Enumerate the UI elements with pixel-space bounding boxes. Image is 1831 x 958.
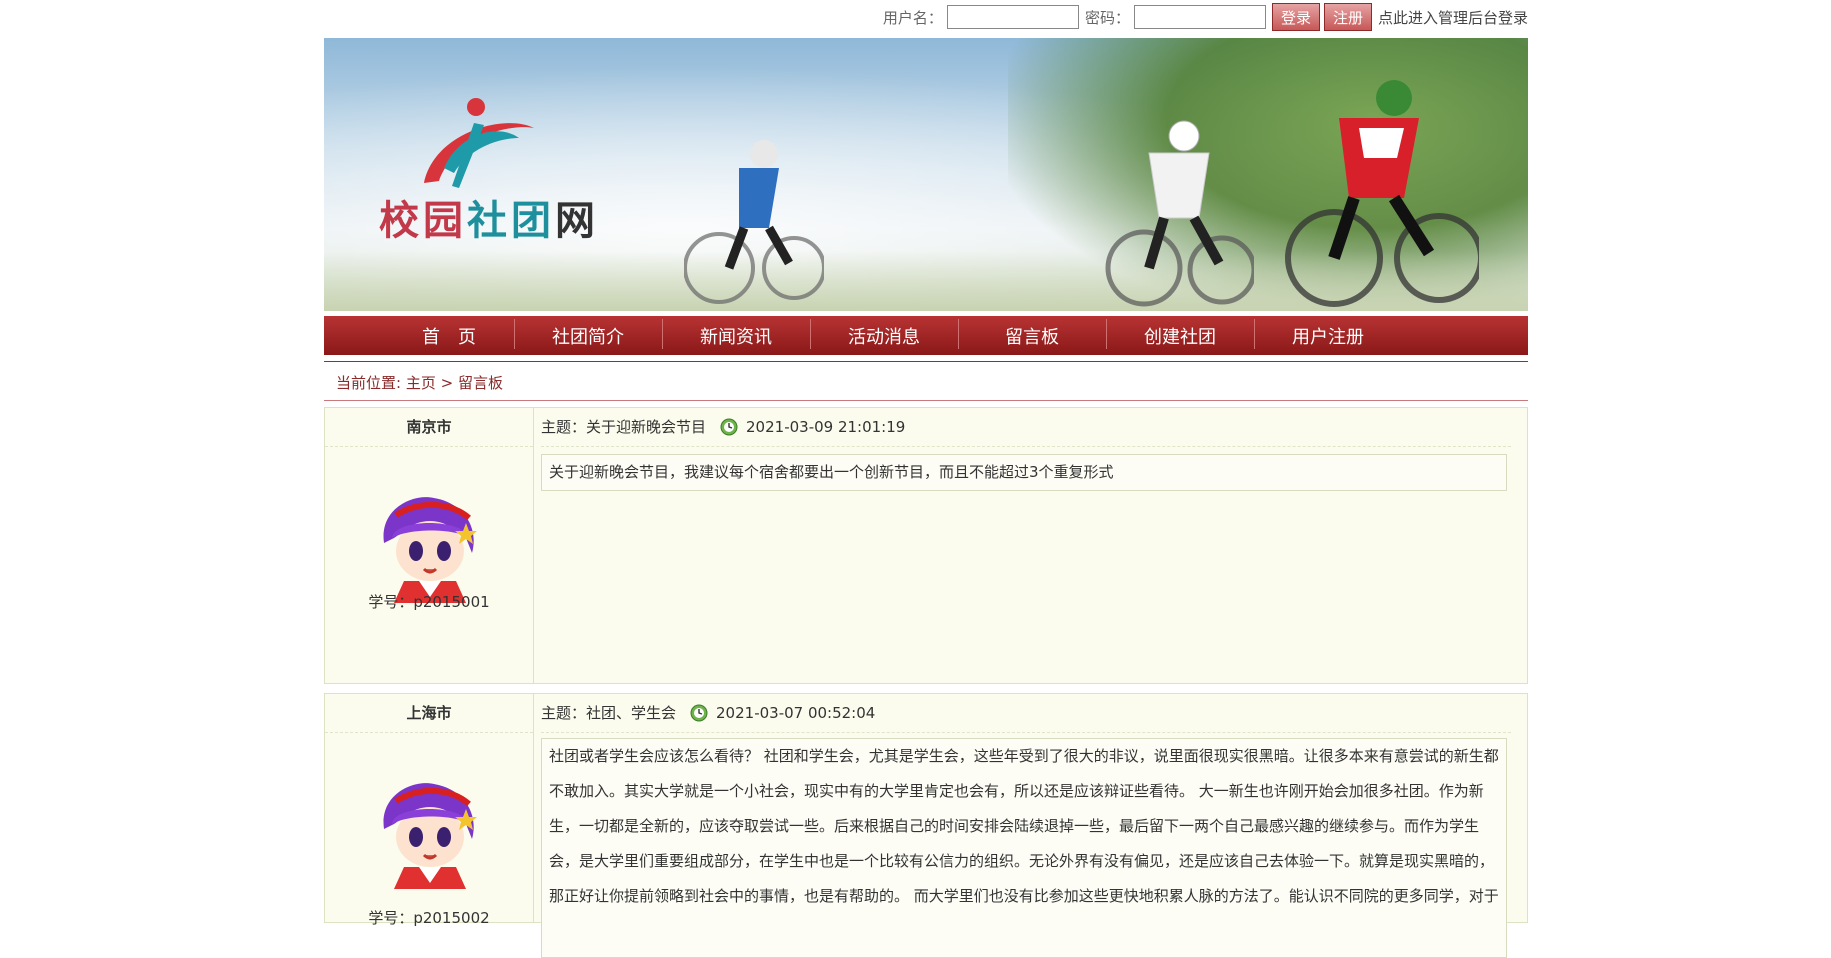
nav-item-news[interactable]: 新闻资讯 xyxy=(662,318,810,349)
login-bar: 用户名： 密码： 登录 注册 点此进入管理后台登录 xyxy=(883,2,1528,32)
admin-login-link[interactable]: 点此进入管理后台登录 xyxy=(1378,7,1528,28)
message-author-student-id: 学号：p2015001 xyxy=(368,593,490,611)
clock-icon xyxy=(690,704,708,722)
header-banner: 校园社团网 xyxy=(324,38,1528,311)
cyclist-illustration-1 xyxy=(684,140,824,304)
message-card: 南京市 学号：p2015001 主题：关于迎新晚会节目 2021-03-09 2… xyxy=(324,407,1528,684)
user-avatar-icon xyxy=(383,783,477,889)
message-datetime: 2021-03-07 00:52:04 xyxy=(716,704,876,722)
nav-item-message-board[interactable]: 留言板 xyxy=(958,318,1106,349)
message-content: 关于迎新晚会节目，我建议每个宿舍都要出一个创新节目，而且不能超过3个重复形式 xyxy=(541,454,1507,491)
breadcrumb: 当前位置: 主页 > 留言板 xyxy=(336,372,503,393)
message-card: 上海市 学号：p2015002 主题：社团、学生会 2021-03-07 00:… xyxy=(324,693,1528,958)
nav-divider xyxy=(324,361,1528,362)
breadcrumb-separator: > xyxy=(435,374,458,392)
username-input[interactable] xyxy=(946,5,1079,29)
message-datetime: 2021-03-09 21:01:19 xyxy=(746,418,906,436)
message-header: 主题：关于迎新晚会节目 2021-03-09 21:01:19 xyxy=(541,408,1511,447)
main-nav: 首 页 社团简介 新闻资讯 活动消息 留言板 创建社团 用户注册 xyxy=(324,316,1528,355)
breadcrumb-prefix: 当前位置: xyxy=(336,374,406,392)
register-button[interactable]: 注册 xyxy=(1323,3,1372,31)
site-logo-text: 校园社团网 xyxy=(379,197,599,244)
message-author-city: 上海市 xyxy=(325,694,533,733)
message-header: 主题：社团、学生会 2021-03-07 00:52:04 xyxy=(541,694,1511,733)
nav-item-create-club[interactable]: 创建社团 xyxy=(1106,318,1254,349)
breadcrumb-home-link[interactable]: 主页 xyxy=(406,374,436,392)
logo-swirl-icon xyxy=(424,98,534,188)
message-content: 社团或者学生会应该怎么看待？ 社团和学生会，尤其是学生会，这些年受到了很大的非议… xyxy=(541,738,1507,958)
breadcrumb-divider xyxy=(324,400,1528,401)
nav-item-home[interactable]: 首 页 xyxy=(384,323,514,349)
user-avatar-icon xyxy=(383,497,477,603)
message-subject: 主题：社团、学生会 xyxy=(541,704,677,722)
nav-item-user-register[interactable]: 用户注册 xyxy=(1254,318,1402,349)
message-author-student-id: 学号：p2015002 xyxy=(368,909,490,927)
username-label: 用户名： xyxy=(882,8,943,27)
login-button[interactable]: 登录 xyxy=(1271,3,1320,31)
cyclist-illustration-3 xyxy=(1285,80,1479,307)
nav-item-activities[interactable]: 活动消息 xyxy=(810,318,958,349)
message-subject: 主题：关于迎新晚会节目 xyxy=(541,418,707,436)
cyclist-illustration-2 xyxy=(1105,120,1254,307)
message-author-city: 南京市 xyxy=(325,408,533,447)
password-input[interactable] xyxy=(1133,5,1266,29)
breadcrumb-current: 留言板 xyxy=(457,374,503,392)
nav-item-club-intro[interactable]: 社团简介 xyxy=(514,318,662,349)
password-label: 密码： xyxy=(1084,8,1130,27)
clock-icon xyxy=(720,418,738,436)
